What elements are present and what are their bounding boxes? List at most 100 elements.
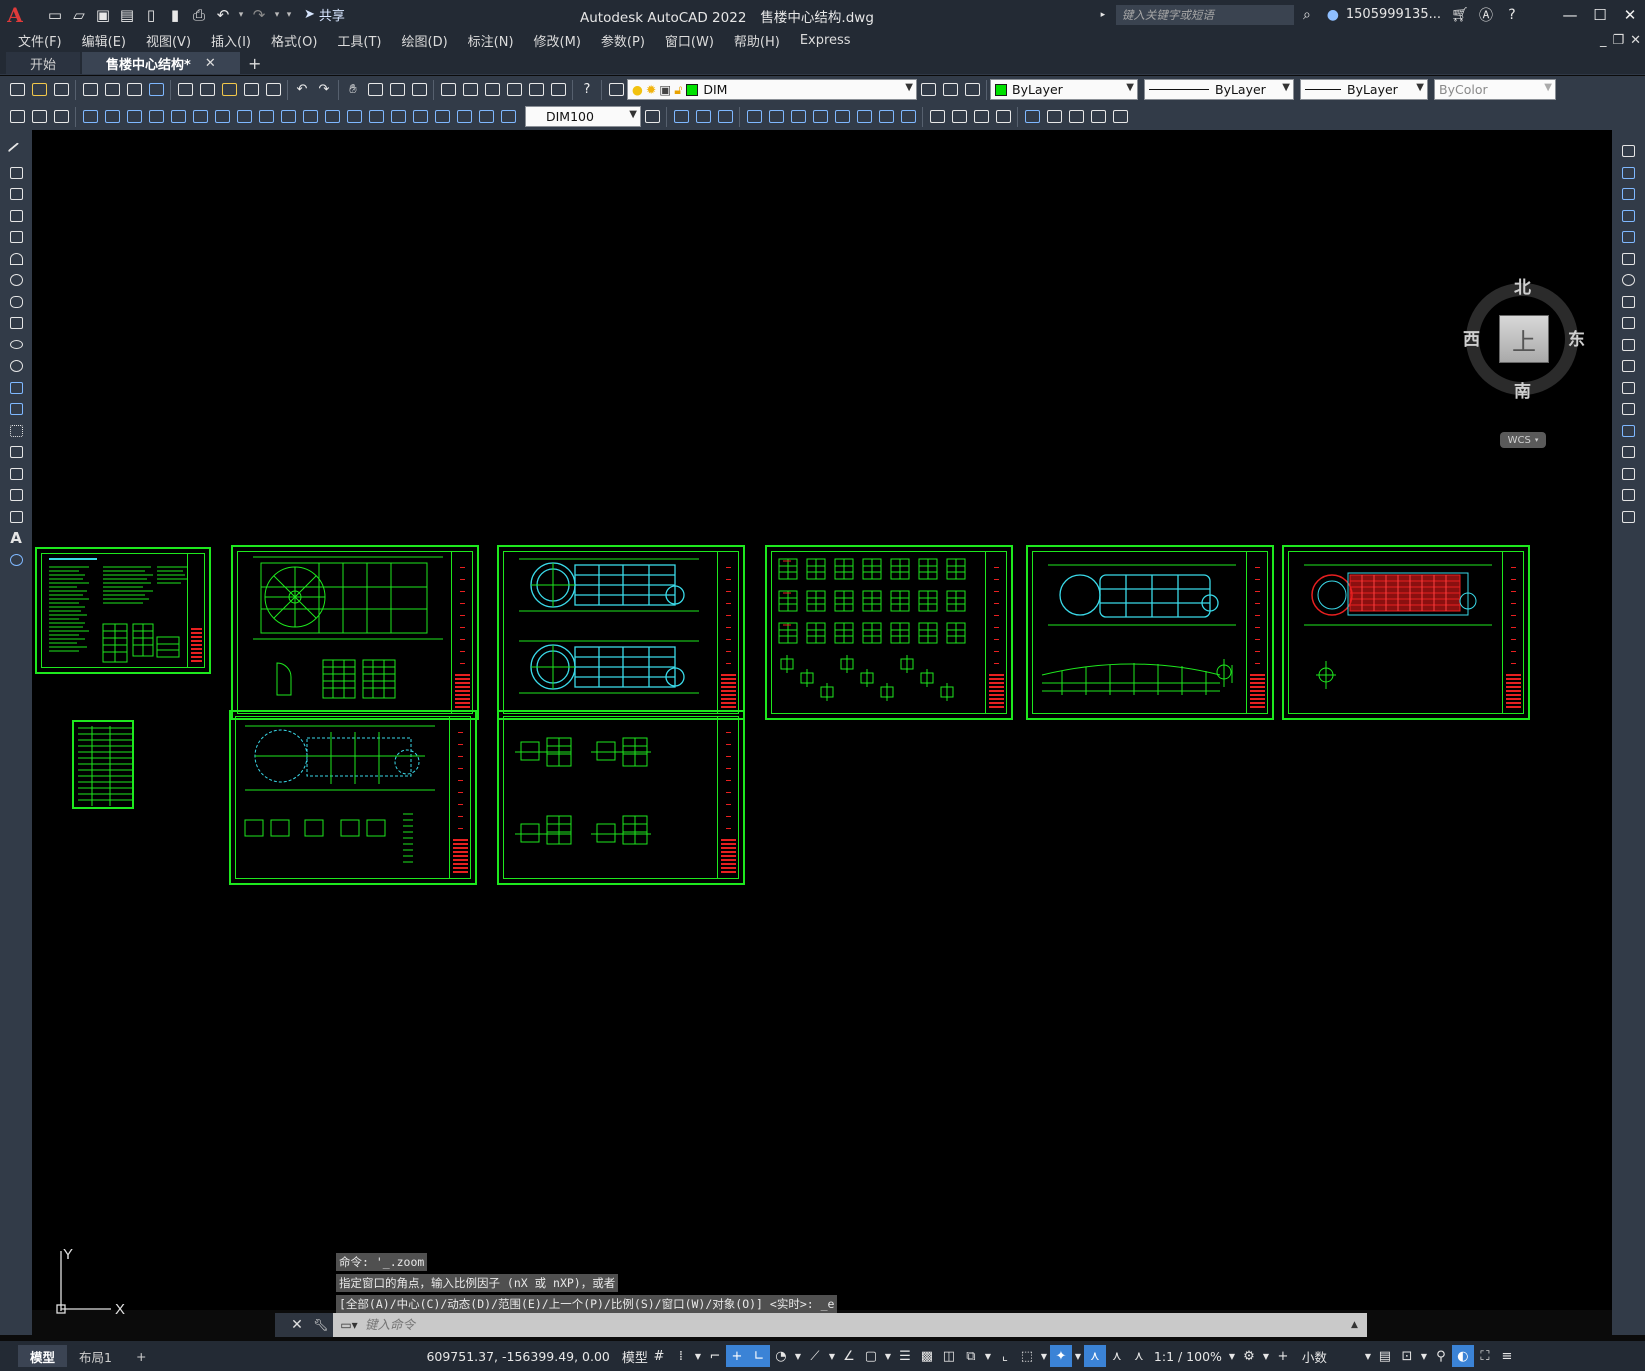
plot-icon[interactable]: ⎙: [188, 4, 210, 26]
auto-scale-icon[interactable]: ⋏: [1106, 1345, 1128, 1367]
layer-properties-icon[interactable]: [605, 79, 627, 101]
mirror-icon[interactable]: [1619, 185, 1639, 203]
menu-edit[interactable]: 编辑(E): [72, 31, 136, 50]
properties-icon[interactable]: [437, 79, 459, 101]
array-icon[interactable]: [743, 106, 765, 128]
annotation-scale[interactable]: 1:1 / 100%: [1154, 1349, 1222, 1364]
dimension-update-icon[interactable]: [497, 106, 519, 128]
draworder-back-icon[interactable]: [1065, 106, 1087, 128]
quick-dimension-icon[interactable]: [255, 106, 277, 128]
publish-icon[interactable]: [123, 79, 145, 101]
east-label[interactable]: 东: [1568, 325, 1585, 350]
redo-icon[interactable]: ↷: [313, 79, 335, 101]
transparency-icon[interactable]: ▩: [916, 1345, 938, 1367]
save-as-icon[interactable]: ▤: [116, 4, 138, 26]
layer-tool-icon[interactable]: [28, 106, 50, 128]
rotate-icon[interactable]: [787, 106, 809, 128]
menu-format[interactable]: 格式(O): [261, 31, 327, 50]
chevron-down-icon[interactable]: ▼: [1072, 1345, 1084, 1367]
3d-osnap-icon[interactable]: ⧉: [960, 1345, 982, 1367]
design-center-icon[interactable]: [459, 79, 481, 101]
dynamic-ucs-icon[interactable]: ⌞: [994, 1345, 1016, 1367]
recent-commands-icon[interactable]: ▭▾: [333, 1313, 365, 1337]
tab-drawing[interactable]: 售楼中心结构* ✕: [82, 52, 240, 74]
lineweight-icon[interactable]: ☰: [894, 1345, 916, 1367]
chamfer-icon[interactable]: [1619, 443, 1639, 461]
layer-dropdown[interactable]: ● ✹ ▣ 🔓︎ DIM ▼: [627, 79, 917, 100]
menu-modify[interactable]: 修改(M): [524, 31, 591, 50]
drawing-sheet[interactable]: [1026, 545, 1274, 720]
rectangle-icon[interactable]: [6, 228, 26, 246]
dimension-break-icon[interactable]: [343, 106, 365, 128]
drawing-sheet[interactable]: [229, 710, 477, 885]
add-selected-icon[interactable]: [6, 551, 26, 569]
drawing-sheet[interactable]: [1282, 545, 1530, 720]
search-expand-icon[interactable]: ▸: [1096, 2, 1110, 28]
minimize-icon[interactable]: —: [1555, 0, 1585, 29]
break-icon[interactable]: [1619, 400, 1639, 418]
menu-parametric[interactable]: 参数(P): [591, 31, 655, 50]
units-readout[interactable]: 小数: [1302, 1347, 1362, 1366]
baseline-dimension-icon[interactable]: [277, 106, 299, 128]
line-icon[interactable]: [6, 142, 26, 160]
match-properties-icon[interactable]: [240, 79, 262, 101]
menu-file[interactable]: 文件(F): [8, 31, 72, 50]
chevron-down-icon[interactable]: ▼: [1260, 1345, 1272, 1367]
region-icon[interactable]: [6, 486, 26, 504]
move-icon[interactable]: [765, 106, 787, 128]
save-icon[interactable]: ▣: [92, 4, 114, 26]
aligned-dimension-icon[interactable]: [101, 106, 123, 128]
trim-icon[interactable]: [853, 106, 875, 128]
cart-icon[interactable]: 🛒︎: [1447, 2, 1473, 28]
dimension-text-edit-icon[interactable]: [475, 106, 497, 128]
offset-icon[interactable]: [714, 106, 736, 128]
mirror-icon[interactable]: [692, 106, 714, 128]
calculator-icon[interactable]: [547, 79, 569, 101]
command-input[interactable]: [365, 1318, 1351, 1332]
tolerance-icon[interactable]: [365, 106, 387, 128]
view-cube[interactable]: 上 北 南 西 东 WCS ▾: [1462, 275, 1585, 448]
copy-icon[interactable]: [196, 79, 218, 101]
search-icon[interactable]: ⌕: [1294, 2, 1320, 28]
jogged-dimension-icon[interactable]: [189, 106, 211, 128]
chevron-down-icon[interactable]: ▼: [826, 1345, 838, 1367]
polyline-icon[interactable]: [6, 185, 26, 203]
user-icon[interactable]: ●: [1320, 2, 1346, 28]
inspection-icon[interactable]: [409, 106, 431, 128]
annotation-visibility-icon[interactable]: ⋏: [1083, 1345, 1106, 1367]
autodesk-app-icon[interactable]: Ⓐ: [1473, 2, 1499, 28]
user-name[interactable]: 1505999135...: [1346, 7, 1441, 22]
undo-icon[interactable]: ↶: [291, 79, 313, 101]
markup-icon[interactable]: [525, 79, 547, 101]
clean-screen-icon[interactable]: ⛶: [1474, 1345, 1496, 1367]
object-snap-tracking-icon[interactable]: ∠: [838, 1345, 860, 1367]
new-icon[interactable]: ▭: [44, 4, 66, 26]
blend-icon[interactable]: [992, 106, 1014, 128]
menu-draw[interactable]: 绘图(D): [392, 31, 458, 50]
dimstyle-dropdown[interactable]: DIM100 ▼: [525, 106, 641, 127]
radius-dimension-icon[interactable]: [167, 106, 189, 128]
drag-handle[interactable]: [275, 1313, 285, 1337]
dimension-style-icon[interactable]: [641, 106, 663, 128]
draworder-front-icon[interactable]: [1043, 106, 1065, 128]
color-dropdown[interactable]: ByLayer ▼: [990, 79, 1138, 100]
maximize-icon[interactable]: ☐: [1585, 0, 1615, 29]
redo-dropdown-icon[interactable]: ▾: [272, 10, 282, 20]
undo-dropdown-icon[interactable]: ▾: [236, 10, 246, 20]
coordinates-readout[interactable]: 609751.37, -156399.49, 0.00: [426, 1349, 609, 1364]
chevron-down-icon[interactable]: ▼: [1038, 1345, 1050, 1367]
menu-view[interactable]: 视图(V): [136, 31, 201, 50]
properties-palette-icon[interactable]: [6, 106, 28, 128]
dimension-edit-icon[interactable]: [453, 106, 475, 128]
chevron-up-icon[interactable]: ▲: [1351, 1320, 1367, 1330]
close-icon[interactable]: ✕: [1615, 0, 1645, 29]
selection-cycling-icon[interactable]: ◫: [938, 1345, 960, 1367]
trim-icon[interactable]: [1619, 336, 1639, 354]
workspace-gear-icon[interactable]: ⚙: [1238, 1345, 1260, 1367]
undo-icon[interactable]: ↶: [212, 4, 234, 26]
gizmo-icon[interactable]: ✦: [1049, 1345, 1072, 1367]
cut-icon[interactable]: [174, 79, 196, 101]
sheet-set-icon[interactable]: [503, 79, 525, 101]
point-icon[interactable]: [6, 422, 26, 440]
west-label[interactable]: 西: [1463, 325, 1480, 350]
